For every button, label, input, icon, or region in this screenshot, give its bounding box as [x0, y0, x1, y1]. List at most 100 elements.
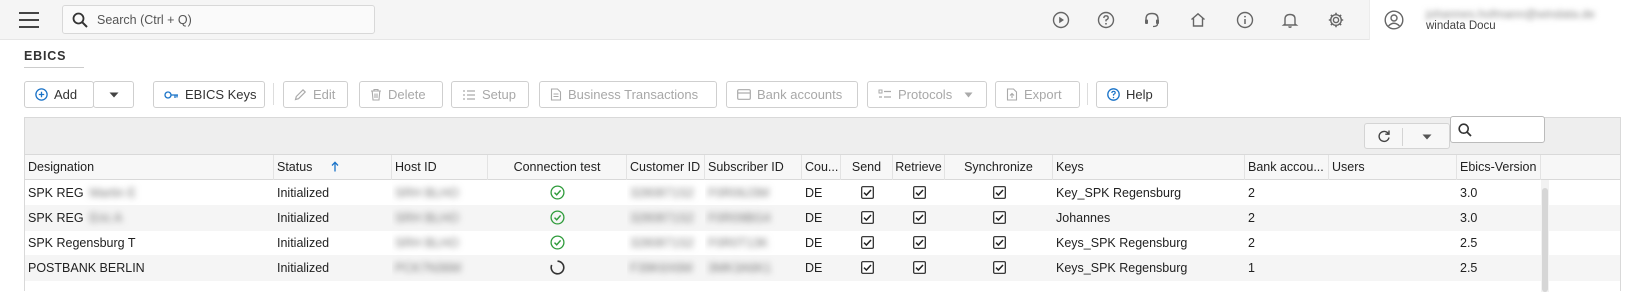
toolbar-separator: [1087, 83, 1088, 105]
cell-send[interactable]: [841, 255, 893, 281]
designation-text: SPK Regensburg T: [28, 236, 136, 250]
checkbox-checked-icon[interactable]: [992, 261, 1006, 275]
add-circle-icon: [35, 88, 48, 101]
table-row[interactable]: POSTBANK BERLIN Initialized PCK7N36M F39K6X…: [25, 255, 1620, 281]
cell-synchronize[interactable]: [945, 255, 1053, 281]
search-input[interactable]: [97, 10, 367, 30]
title-underline: [24, 67, 84, 68]
column-header-bank-accounts[interactable]: Bank accou...: [1245, 155, 1329, 180]
add-button[interactable]: Add: [24, 81, 94, 108]
add-dropdown-button[interactable]: [93, 81, 134, 108]
cell-subscriber-id: 3MK3A6K1: [705, 255, 802, 281]
home-icon[interactable]: [1189, 11, 1207, 29]
checkbox-checked-icon[interactable]: [912, 261, 926, 275]
cell-send[interactable]: [841, 205, 893, 231]
export-button[interactable]: Export: [995, 81, 1080, 108]
trash-icon: [371, 88, 381, 101]
global-search[interactable]: [62, 5, 375, 34]
ebics-keys-label: EBICS Keys: [185, 87, 257, 102]
table-row[interactable]: SPK REG Eric A Initialized SRH BLHO 3280871S…: [25, 205, 1620, 231]
pencil-icon: [294, 88, 307, 101]
column-header-customer-id[interactable]: Customer ID: [627, 155, 705, 180]
column-header-synchronize[interactable]: Synchronize: [945, 155, 1053, 180]
cell-customer-id: 3280871S2: [627, 180, 705, 206]
delete-button[interactable]: Delete: [359, 81, 443, 108]
business-transactions-button[interactable]: Business Transactions: [539, 81, 717, 108]
checkbox-checked-icon[interactable]: [860, 211, 874, 225]
sort-ascending-icon: [331, 161, 339, 172]
host-id-text: PCK7N36M: [395, 261, 461, 275]
column-header-retrieve[interactable]: Retrieve: [893, 155, 945, 180]
cell-country: DE: [802, 230, 841, 256]
cell-retrieve[interactable]: [893, 205, 945, 231]
export-icon: [1006, 88, 1018, 101]
column-header-users[interactable]: Users: [1329, 155, 1457, 180]
table-row[interactable]: SPK Regensburg T Initialized SRH BLHO 32808…: [25, 230, 1620, 256]
column-header-host-id[interactable]: Host ID: [392, 155, 488, 180]
column-header-status[interactable]: Status: [274, 155, 392, 180]
gear-icon[interactable]: [1327, 11, 1345, 29]
column-header-subscriber-id[interactable]: Subscriber ID: [705, 155, 802, 180]
cell-keys: Keys_SPK Regensburg: [1053, 255, 1245, 281]
cell-send[interactable]: [841, 230, 893, 256]
user-menu[interactable]: johannes.hofmann@windata.de windata Docu: [1369, 0, 1645, 40]
help-button[interactable]: Help: [1096, 81, 1168, 108]
host-id-text: SRH BLHO: [395, 236, 459, 250]
country-text: DE: [805, 211, 823, 225]
country-text: DE: [805, 261, 823, 275]
help-circle-icon[interactable]: [1097, 11, 1115, 29]
cell-retrieve[interactable]: [893, 255, 945, 281]
caret-down-icon[interactable]: [1422, 134, 1432, 140]
cell-retrieve[interactable]: [893, 230, 945, 256]
status-text: Initialized: [277, 236, 330, 250]
checkbox-checked-icon[interactable]: [912, 211, 926, 225]
cell-send[interactable]: [841, 180, 893, 206]
checkbox-checked-icon[interactable]: [860, 236, 874, 250]
checkbox-checked-icon[interactable]: [912, 186, 926, 200]
table-row[interactable]: SPK REG Martin E Initialized SRH BLHO 328087…: [25, 180, 1620, 206]
loading-spinner-icon: [550, 260, 565, 275]
play-icon[interactable]: [1052, 11, 1070, 29]
checkbox-checked-icon[interactable]: [860, 261, 874, 275]
setup-button[interactable]: Setup: [451, 81, 529, 108]
search-icon: [1458, 123, 1472, 137]
column-header-country[interactable]: Cou...: [802, 155, 841, 180]
toolbar-separator: [273, 83, 274, 105]
cell-synchronize[interactable]: [945, 205, 1053, 231]
ebics-keys-button[interactable]: EBICS Keys: [153, 81, 265, 108]
column-header-keys[interactable]: Keys: [1053, 155, 1245, 180]
checkbox-checked-icon[interactable]: [992, 236, 1006, 250]
grid-search-input[interactable]: [1450, 116, 1545, 143]
cell-keys: Keys_SPK Regensburg: [1053, 230, 1245, 256]
protocols-button[interactable]: Protocols: [867, 81, 987, 108]
keys-text: Keys_SPK Regensburg: [1056, 236, 1188, 250]
subscriber-id-text: F0R0T13K: [708, 236, 769, 250]
info-icon[interactable]: [1236, 11, 1254, 29]
checkbox-checked-icon[interactable]: [992, 186, 1006, 200]
edit-label: Edit: [313, 87, 336, 102]
cell-synchronize[interactable]: [945, 180, 1053, 206]
column-header-designation[interactable]: Designation: [25, 155, 274, 180]
cell-ebics-version: 3.0: [1457, 180, 1541, 206]
bell-icon[interactable]: [1281, 11, 1299, 29]
cell-synchronize[interactable]: [945, 230, 1053, 256]
column-header-ebics-version[interactable]: Ebics-Version: [1457, 155, 1541, 180]
support-icon[interactable]: [1143, 11, 1161, 29]
refresh-icon[interactable]: [1377, 129, 1391, 143]
grid-header: Designation Status Host ID Connection te…: [25, 155, 1620, 180]
checkbox-checked-icon[interactable]: [992, 211, 1006, 225]
hamburger-menu-icon[interactable]: [19, 12, 39, 28]
cell-host-id: SRH BLHO: [392, 180, 488, 206]
checkbox-checked-icon[interactable]: [912, 236, 926, 250]
column-header-send[interactable]: Send: [841, 155, 893, 180]
cell-retrieve[interactable]: [893, 180, 945, 206]
column-header-connection-test[interactable]: Connection test: [488, 155, 627, 180]
checkbox-checked-icon[interactable]: [860, 186, 874, 200]
host-id-text: SRH BLHO: [395, 211, 459, 225]
customer-id-text: 3280871S2: [630, 211, 694, 225]
grid-scrollbar[interactable]: [1541, 180, 1549, 292]
cell-subscriber-id: F0R0T13K: [705, 230, 802, 256]
edit-button[interactable]: Edit: [283, 81, 348, 108]
keys-text: Keys_SPK Regensburg: [1056, 261, 1188, 275]
bank-accounts-button[interactable]: Bank accounts: [726, 81, 858, 108]
